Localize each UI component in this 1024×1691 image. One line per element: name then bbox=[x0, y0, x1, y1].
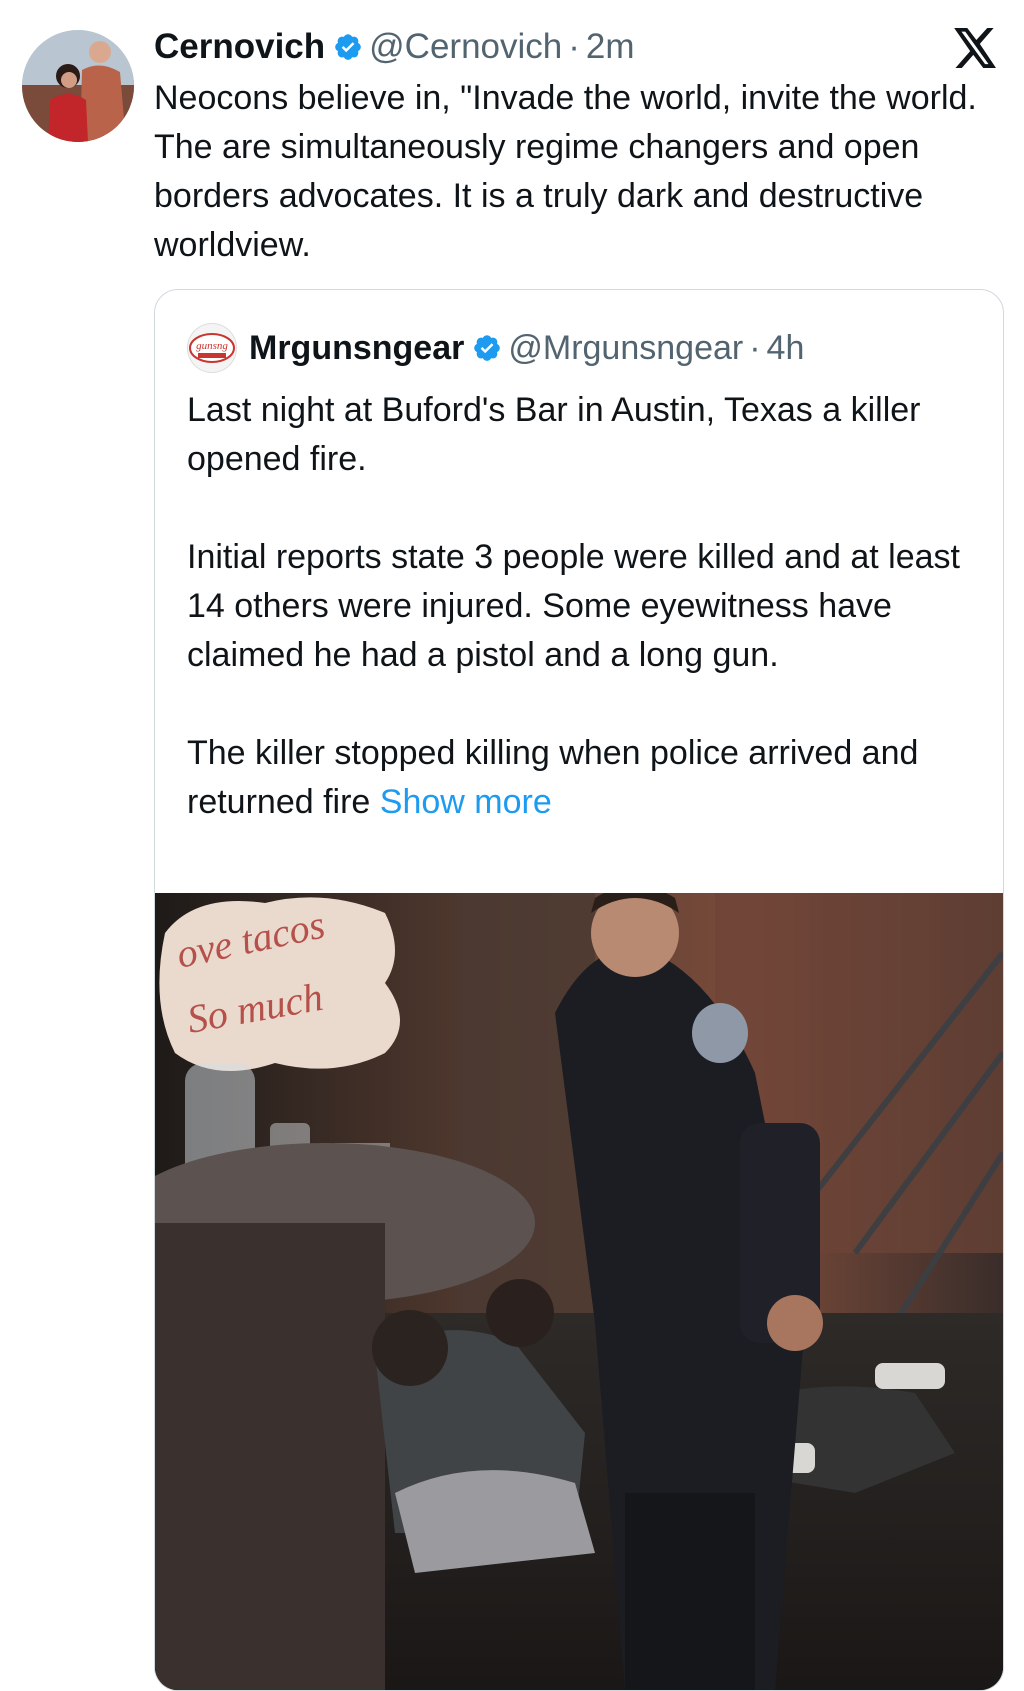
show-more-link[interactable]: Show more bbox=[380, 783, 552, 821]
x-logo-icon bbox=[954, 28, 996, 68]
quoted-tweet-header: gunsng Mrgunsngear @Mrgunsngear · 4h bbox=[187, 323, 805, 373]
quoted-paragraph: Initial reports state 3 people were kill… bbox=[187, 538, 961, 674]
quoted-author-name[interactable]: Mrgunsngear bbox=[249, 329, 464, 368]
author-name[interactable]: Cernovich bbox=[154, 27, 325, 67]
separator-dot: · bbox=[568, 27, 580, 66]
tweet-header: Cernovich @Cernovich · 2m bbox=[154, 22, 1004, 72]
quoted-media-image[interactable]: ove tacos So much bbox=[155, 893, 1003, 1690]
author-avatar[interactable] bbox=[22, 30, 134, 142]
separator-dot: · bbox=[749, 328, 761, 367]
quoted-avatar-text: gunsng bbox=[196, 340, 228, 352]
tweet-time[interactable]: 2m bbox=[586, 27, 635, 67]
quoted-paragraph-last: The killer stopped killing when police a… bbox=[187, 729, 977, 827]
quoted-tweet-text: Last night at Buford's Bar in Austin, Te… bbox=[187, 386, 977, 827]
tweet-text: Neocons believe in, "Invade the world, i… bbox=[154, 79, 986, 264]
author-handle[interactable]: @Cernovich bbox=[369, 27, 562, 67]
quoted-author-handle[interactable]: @Mrgunsngear bbox=[508, 329, 743, 368]
verified-badge-icon bbox=[335, 34, 361, 60]
quoted-paragraph: The killer stopped killing when police a… bbox=[187, 734, 919, 821]
tweet-card[interactable]: Cernovich @Cernovich · 2m Neocons believ… bbox=[0, 0, 1024, 1691]
quoted-author-avatar[interactable]: gunsng bbox=[187, 323, 237, 373]
quoted-tweet[interactable]: gunsng Mrgunsngear @Mrgunsngear · 4h Las… bbox=[154, 289, 1004, 1691]
quoted-tweet-time[interactable]: 4h bbox=[767, 329, 805, 368]
verified-badge-icon bbox=[474, 335, 501, 361]
quoted-paragraph: Last night at Buford's Bar in Austin, Te… bbox=[187, 391, 921, 478]
media-photo: ove tacos So much bbox=[155, 893, 1003, 1690]
